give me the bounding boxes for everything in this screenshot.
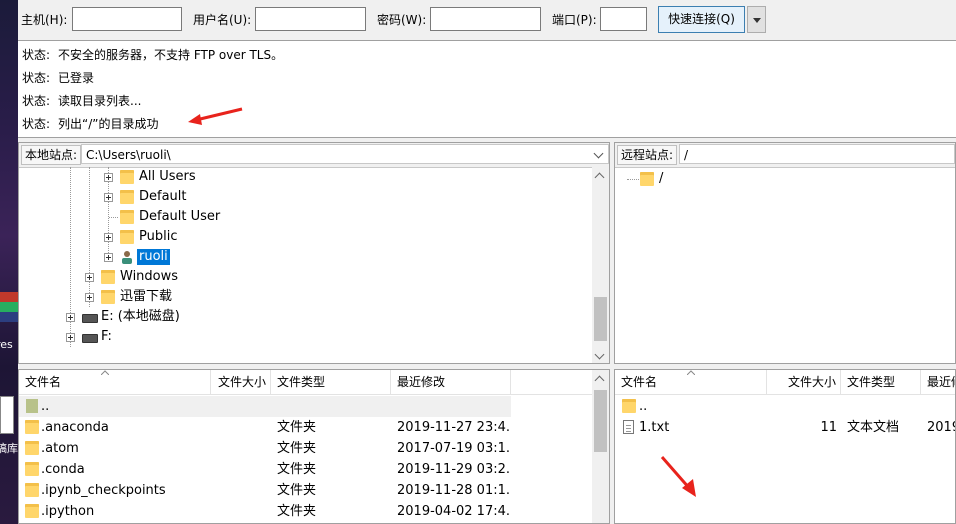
file-row[interactable]: .. — [19, 396, 511, 417]
expand-icon[interactable] — [85, 293, 94, 302]
password-input[interactable] — [430, 7, 541, 31]
folder-icon — [120, 230, 134, 244]
column-type[interactable]: 文件类型 — [271, 370, 391, 394]
tree-item[interactable]: F: — [19, 327, 589, 347]
expand-icon[interactable] — [66, 313, 75, 322]
host-input[interactable] — [72, 7, 182, 31]
expand-icon[interactable] — [104, 233, 113, 242]
quickconnect-dropdown-button[interactable] — [747, 6, 766, 33]
scroll-up-icon[interactable] — [594, 375, 605, 386]
file-row[interactable]: .ipynb_checkpoints 文件夹 2019-11-28 01:1..… — [19, 480, 511, 501]
scrollbar-thumb[interactable] — [594, 390, 607, 452]
port-label: 端口(P): — [552, 13, 597, 27]
column-size[interactable]: 文件大小 — [211, 370, 271, 394]
column-modified[interactable]: 最近修 — [921, 370, 955, 394]
sort-ascending-icon — [687, 370, 695, 375]
tree-item[interactable]: All Users — [19, 167, 589, 187]
message-log[interactable]: 状态: 不安全的服务器，不支持 FTP over TLS。 状态: 已登录 状态: 读… — [18, 40, 956, 138]
remote-site-pane: 远程站点: / / — [614, 142, 956, 364]
tree-item[interactable]: Default — [19, 187, 589, 207]
tree-item[interactable]: Default User — [19, 207, 589, 227]
desktop-background: res 稿库 — [0, 0, 18, 524]
log-line: 状态: 列出“/”的目录成功 — [22, 117, 159, 131]
local-site-label: 本地站点: — [21, 145, 82, 165]
remote-file-list: 文件名 文件大小 文件类型 最近修 .. 1.txt 11 文本文档 2019 — [614, 369, 956, 524]
folder-icon — [25, 504, 39, 518]
tree-item[interactable]: Public — [19, 227, 589, 247]
tree-item[interactable]: 迅雷下载 — [19, 287, 589, 307]
folder-icon — [120, 170, 134, 184]
quickconnect-button[interactable]: 快速连接(Q) — [658, 6, 745, 33]
scroll-up-icon[interactable] — [594, 172, 605, 183]
folder-icon — [640, 172, 654, 186]
local-file-list: 文件名 文件大小 文件类型 最近修改 .. .anaconda 文件夹 2019… — [18, 369, 610, 524]
folder-icon — [25, 420, 39, 434]
folder-icon — [622, 399, 636, 413]
folder-icon — [101, 290, 115, 304]
drive-icon — [82, 334, 98, 343]
column-type[interactable]: 文件类型 — [841, 370, 921, 394]
column-size[interactable]: 文件大小 — [767, 370, 841, 394]
local-files-scrollbar[interactable] — [592, 370, 609, 523]
file-row[interactable]: .atom 文件夹 2017-07-19 03:1... — [19, 438, 511, 459]
dropdown-arrow-icon — [753, 18, 761, 23]
remote-site-bar: 远程站点: / — [615, 143, 955, 168]
file-row[interactable]: .conda 文件夹 2019-11-29 03:2... — [19, 459, 511, 480]
local-site-bar: 本地站点: C:\Users\ruoli\ — [19, 143, 609, 168]
expand-icon[interactable] — [66, 333, 75, 342]
remote-path-input[interactable]: / — [679, 144, 955, 164]
tree-line — [627, 179, 639, 181]
tree-line — [109, 217, 118, 219]
log-line: 状态: 读取目录列表... — [22, 94, 142, 108]
file-row[interactable]: .anaconda 文件夹 2019-11-27 23:4... — [19, 417, 511, 438]
desktop-icon-label: res — [0, 338, 13, 351]
desktop-icon-label: 稿库 — [0, 442, 18, 455]
drive-icon — [82, 314, 98, 323]
folder-icon — [25, 462, 39, 476]
local-site-pane: 本地站点: C:\Users\ruoli\ All Users Default … — [18, 142, 610, 364]
tree-item[interactable]: E: (本地磁盘) — [19, 307, 589, 327]
folder-icon — [120, 190, 134, 204]
annotation-arrow-icon — [660, 456, 696, 497]
text-file-icon — [623, 420, 634, 434]
username-input[interactable] — [255, 7, 366, 31]
expand-icon[interactable] — [104, 173, 113, 182]
file-row[interactable]: 1.txt 11 文本文档 2019 — [615, 417, 955, 438]
file-row[interactable]: .ipython 文件夹 2019-04-02 17:4... — [19, 501, 511, 522]
tree-item[interactable]: Windows — [19, 267, 589, 287]
folder-icon — [120, 210, 134, 224]
remote-site-label: 远程站点: — [617, 145, 678, 165]
column-modified[interactable]: 最近修改 — [391, 370, 511, 394]
user-folder-icon — [120, 250, 134, 264]
folder-icon — [25, 441, 39, 455]
host-label: 主机(H): — [21, 13, 68, 27]
expand-icon[interactable] — [104, 253, 113, 262]
file-row[interactable]: .. — [615, 396, 955, 417]
annotation-arrow-icon — [188, 107, 243, 125]
scroll-down-icon[interactable] — [594, 349, 605, 360]
local-tree-scrollbar[interactable] — [592, 167, 609, 363]
tree-item[interactable]: / — [615, 169, 915, 189]
column-name[interactable]: 文件名 — [19, 370, 211, 394]
folder-icon — [25, 483, 39, 497]
expand-icon[interactable] — [85, 273, 94, 282]
local-file-header: 文件名 文件大小 文件类型 最近修改 — [19, 370, 593, 395]
scrollbar-thumb[interactable] — [594, 297, 607, 341]
username-label: 用户名(U): — [193, 13, 252, 27]
port-input[interactable] — [600, 7, 647, 31]
log-line: 状态: 已登录 — [22, 71, 95, 85]
desktop-file-icon[interactable] — [0, 396, 14, 434]
local-path-input[interactable]: C:\Users\ruoli\ — [81, 144, 609, 164]
sort-ascending-icon — [101, 370, 109, 375]
log-line: 状态: 不安全的服务器，不支持 FTP over TLS。 — [22, 48, 284, 62]
parent-folder-icon — [26, 399, 38, 413]
password-label: 密码(W): — [377, 13, 427, 27]
folder-icon — [101, 270, 115, 284]
desktop-app-icon[interactable] — [0, 292, 18, 322]
expand-icon[interactable] — [104, 193, 113, 202]
tree-item-selected[interactable]: ruoli — [19, 247, 589, 267]
remote-file-header: 文件名 文件大小 文件类型 最近修 — [615, 370, 955, 395]
